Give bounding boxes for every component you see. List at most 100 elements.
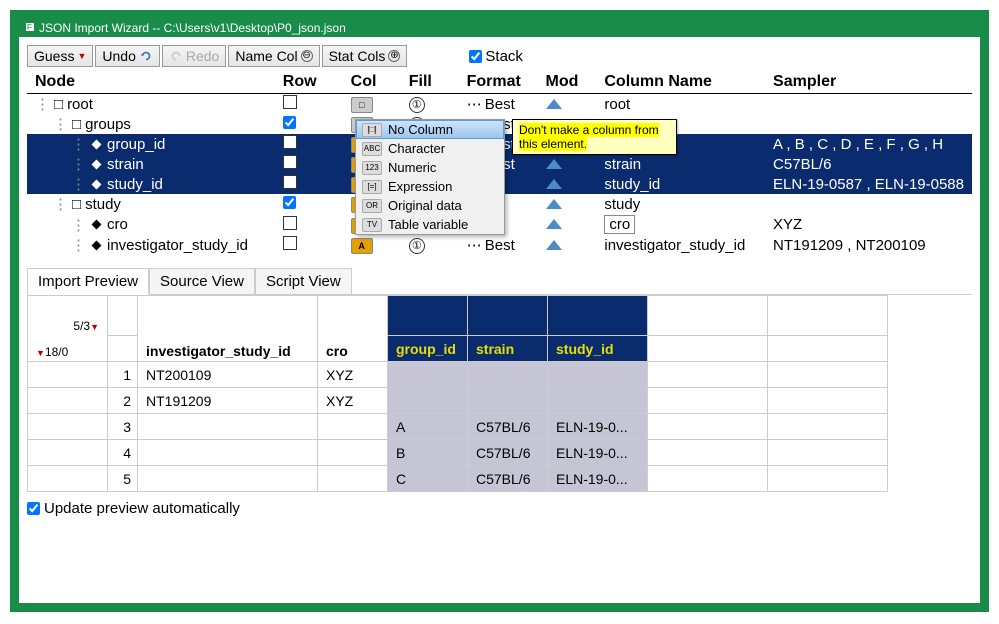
minus-icon: ⊖ (301, 50, 313, 62)
cell[interactable]: C (388, 466, 468, 492)
mod-icon[interactable] (546, 179, 562, 189)
row-box[interactable] (283, 236, 297, 250)
name-col-button[interactable]: Name Col ⊖ (228, 45, 319, 67)
sampler-text: ELN-19-0587 , ELN-19-0588 (765, 174, 972, 194)
stack-label: Stack (485, 48, 523, 65)
tab-script-view[interactable]: Script View (255, 268, 352, 295)
cell[interactable]: NT191209 (138, 388, 318, 414)
dropdown-icon[interactable]: ▼ (90, 322, 99, 332)
diamond-icon (92, 159, 102, 169)
stat-cols-label: Stat Cols (329, 48, 386, 64)
sampler-text: NT191209 , NT200109 (765, 235, 972, 255)
stack-checkbox[interactable] (469, 50, 482, 63)
menu-item-numeric[interactable]: 123Numeric (356, 158, 504, 177)
cell[interactable] (318, 466, 388, 492)
tree-row-root[interactable]: ⋮□ root□①⋯ Bestroot (27, 94, 972, 115)
node-label: strain (107, 156, 144, 173)
sampler-text: XYZ (765, 214, 972, 235)
redo-icon (169, 49, 183, 63)
grp-hdr-0[interactable]: group_id (388, 336, 468, 362)
cell[interactable] (468, 388, 548, 414)
cell[interactable] (318, 414, 388, 440)
cell[interactable]: A (388, 414, 468, 440)
mod-icon[interactable] (546, 199, 562, 209)
cell[interactable] (548, 388, 648, 414)
menu-item-icon: 123 (362, 161, 382, 175)
cell[interactable] (388, 362, 468, 388)
grid-row[interactable]: 1NT200109XYZ (28, 362, 888, 388)
row-box[interactable] (283, 135, 297, 149)
format-text: Best (485, 96, 515, 113)
cell[interactable]: C57BL/6 (468, 440, 548, 466)
menu-item-icon: OR (362, 199, 382, 213)
expand-box-icon[interactable]: □ (72, 196, 81, 213)
menu-item-no-column[interactable]: [□]No Column (356, 120, 504, 139)
col-type-icon[interactable]: A (351, 238, 373, 254)
hdr-row: Row (275, 71, 343, 94)
grid-row[interactable]: 2NT191209XYZ (28, 388, 888, 414)
sampler-text: C57BL/6 (765, 154, 972, 174)
cell[interactable]: C57BL/6 (468, 466, 548, 492)
redo-button[interactable]: Redo (162, 45, 226, 67)
cell[interactable] (138, 414, 318, 440)
mod-icon[interactable] (546, 159, 562, 169)
row-box[interactable] (283, 175, 297, 189)
cell[interactable] (138, 466, 318, 492)
hdr-colname: Column Name (596, 71, 765, 94)
col-hdr-0[interactable]: investigator_study_id (138, 296, 318, 362)
fill-icon[interactable]: ① (409, 97, 425, 113)
expand-box-icon[interactable]: □ (54, 96, 63, 113)
col-hdr-1[interactable]: cro (318, 296, 388, 362)
cell[interactable]: B (388, 440, 468, 466)
guess-button[interactable]: Guess▼ (27, 45, 93, 67)
cell[interactable]: XYZ (318, 362, 388, 388)
node-label: study (85, 196, 121, 213)
tree-row-investigator_study_id[interactable]: ⋮investigator_study_idA①⋯ Bestinvestigat… (27, 235, 972, 255)
cell[interactable] (388, 388, 468, 414)
expand-box-icon[interactable]: □ (72, 116, 81, 133)
cell[interactable]: ELN-19-0... (548, 440, 648, 466)
row-check[interactable] (283, 116, 296, 129)
tree-line: ⋮ (71, 175, 86, 193)
cell[interactable] (318, 440, 388, 466)
mod-icon[interactable] (546, 219, 562, 229)
grp-hdr-1[interactable]: strain (468, 336, 548, 362)
undo-button[interactable]: Undo (95, 45, 159, 67)
row-box[interactable] (283, 216, 297, 230)
cell[interactable] (548, 362, 648, 388)
menu-item-original-data[interactable]: OROriginal data (356, 196, 504, 215)
colname-input[interactable]: cro (604, 215, 635, 234)
menu-item-table-variable[interactable]: TVTable variable (356, 215, 504, 234)
row-check[interactable] (283, 196, 296, 209)
update-preview-checkbox[interactable] (27, 502, 40, 515)
cell[interactable]: ELN-19-0... (548, 466, 648, 492)
cell[interactable]: NT200109 (138, 362, 318, 388)
stat-cols-button[interactable]: Stat Cols ⊕ (322, 45, 408, 67)
mod-icon[interactable] (546, 240, 562, 250)
row-box[interactable] (283, 95, 297, 109)
col-type-context-menu[interactable]: [□]No ColumnABCCharacter123Numeric[=]Exp… (355, 119, 505, 235)
row-box[interactable] (283, 155, 297, 169)
dropdown-icon[interactable]: ▼ (36, 348, 45, 358)
ellipsis-icon[interactable]: ⋯ (467, 237, 481, 254)
mod-icon[interactable] (546, 99, 562, 109)
grid-row[interactable]: 5CC57BL/6ELN-19-0... (28, 466, 888, 492)
cell[interactable] (468, 362, 548, 388)
cell[interactable]: XYZ (318, 388, 388, 414)
grid-row[interactable]: 3AC57BL/6ELN-19-0... (28, 414, 888, 440)
cell[interactable]: C57BL/6 (468, 414, 548, 440)
col-type-icon[interactable]: □ (351, 97, 373, 113)
menu-item-character[interactable]: ABCCharacter (356, 139, 504, 158)
update-preview-checkbox-wrap[interactable]: Update preview automatically (27, 500, 972, 517)
cell[interactable] (138, 440, 318, 466)
fill-icon[interactable]: ① (409, 238, 425, 254)
tab-source-view[interactable]: Source View (149, 268, 255, 295)
tree-line: ⋮ (71, 135, 86, 153)
tab-import-preview[interactable]: Import Preview (27, 268, 149, 295)
ellipsis-icon[interactable]: ⋯ (467, 96, 481, 113)
menu-item-expression[interactable]: [=]Expression (356, 177, 504, 196)
stack-checkbox-wrap[interactable]: Stack (469, 48, 523, 65)
cell[interactable]: ELN-19-0... (548, 414, 648, 440)
grid-row[interactable]: 4BC57BL/6ELN-19-0... (28, 440, 888, 466)
grp-hdr-2[interactable]: study_id (548, 336, 648, 362)
